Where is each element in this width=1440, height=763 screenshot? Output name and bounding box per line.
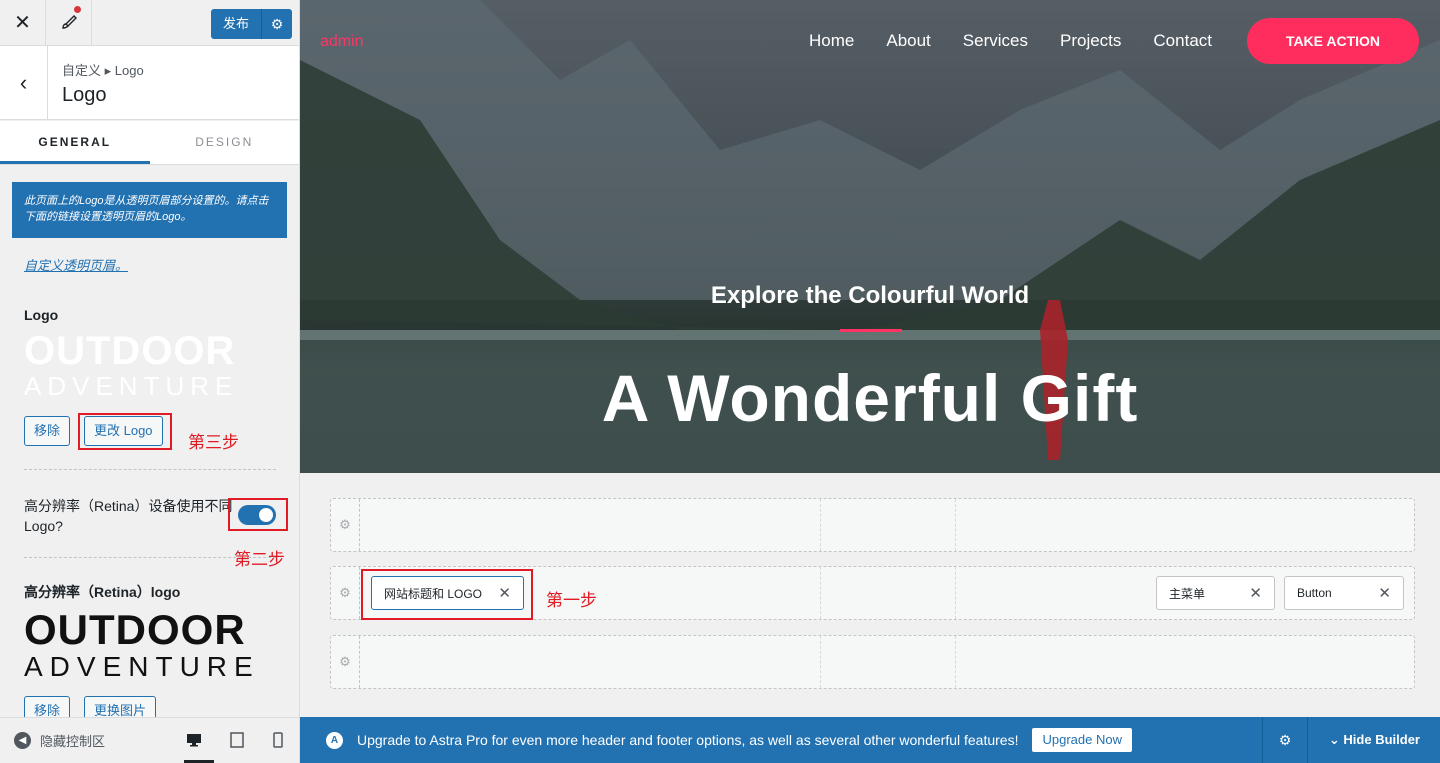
row-settings-icon[interactable]: ⚙ [331,636,360,688]
annotation-box-step1 [361,569,533,620]
primary-menu-chip[interactable]: 主菜单 ✕ [1156,576,1275,610]
remove-logo-button[interactable]: 移除 [24,416,71,446]
tab-general[interactable]: GENERAL [0,121,150,164]
upgrade-now-button[interactable]: Upgrade Now [1032,728,1132,752]
collapse-label[interactable]: 隐藏控制区 [40,731,105,750]
upgrade-bar: A Upgrade to Astra Pro for even more hea… [300,717,1440,763]
notification-dot [74,5,81,13]
close-icon[interactable]: ✕ [1378,584,1391,602]
chip-label: Button [1297,586,1332,600]
site-title[interactable]: admin [320,33,364,51]
nav-item-services[interactable]: Services [963,31,1028,51]
desktop-icon[interactable] [186,732,202,748]
breadcrumb: 自定义 ▸ Logo [62,63,144,78]
transparent-header-link[interactable]: 自定义透明页眉。 [24,255,299,274]
hero-divider [840,329,902,332]
nav-item-about[interactable]: About [886,31,930,51]
annotation-box-step2 [228,498,288,531]
annotation-step3: 第三步 [188,433,239,452]
nav-item-projects[interactable]: Projects [1060,31,1121,51]
column-separator [820,567,821,619]
customizer-sidebar: ✕ 发布 ⚙ ‹ 自定义 ▸ Logo Logo GENERAL DESIGN … [0,0,300,763]
collapse-arrow-icon[interactable]: ◀ [14,732,31,749]
hide-builder-button[interactable]: ⌄ Hide Builder [1329,717,1420,763]
column-separator [820,636,821,688]
divider [24,557,276,558]
upgrade-message: Upgrade to Astra Pro for even more heade… [357,732,1019,748]
row-settings-icon[interactable]: ⚙ [331,499,360,551]
gear-icon[interactable]: ⚙ [262,9,292,39]
brush-icon[interactable] [46,0,92,46]
annotation-step1: 第一步 [546,591,597,610]
builder-row-below[interactable]: ⚙ [330,635,1415,689]
logo-label: Logo [24,307,59,323]
retina-logo-line2: ADVENTURE [24,651,260,682]
site-preview: admin Home About Services Projects Conta… [300,0,1440,473]
astra-logo-icon: A [326,731,343,749]
row-settings-icon[interactable]: ⚙ [331,567,360,619]
section-header: ‹ 自定义 ▸ Logo Logo [0,46,299,120]
chip-label: 主菜单 [1169,586,1206,601]
column-separator [955,499,956,551]
divider [24,469,276,470]
hero-subtitle: Explore the Colourful World [710,282,1030,309]
nav-item-home[interactable]: Home [809,31,854,51]
primary-nav: Home About Services Projects Contact [809,31,1212,51]
tab-design[interactable]: DESIGN [150,121,300,164]
logo-preview-line2: ADVENTURE [24,372,234,400]
customizer-footer: ◀ 隐藏控制区 [0,717,299,763]
info-notice: 此页面上的Logo是从透明页眉部分设置的。请点击下面的链接设置透明页眉的Logo… [12,182,287,238]
mobile-icon[interactable] [270,732,286,748]
header-builder: ⚙ ⚙ 网站标题和 LOGO ✕ 主菜单 ✕ Button ✕ 第一步 ⚙ [300,473,1440,717]
chevron-down-icon: ⌄ [1328,732,1340,747]
publish-button[interactable]: 发布 [211,9,262,39]
take-action-button[interactable]: TAKE ACTION [1247,18,1419,64]
column-separator [955,636,956,688]
annotation-box-step3 [78,413,172,450]
section-title: Logo [62,84,107,106]
column-separator [955,567,956,619]
logo-preview: OUTDOOR ADVENTURE [24,330,234,400]
hero-title: A Wonderful Gift [601,361,1139,435]
nav-item-contact[interactable]: Contact [1153,31,1212,51]
back-chevron-icon[interactable]: ‹ [0,46,48,119]
button-chip[interactable]: Button ✕ [1284,576,1404,610]
retina-toggle-label: 高分辨率（Retina）设备使用不同Logo? [24,498,233,534]
tab-bar: GENERAL DESIGN [0,121,299,165]
gear-icon[interactable]: ⚙ [1262,717,1308,763]
logo-preview-line1: OUTDOOR [24,330,234,372]
tablet-icon[interactable] [229,732,245,748]
publish-group: 发布 ⚙ [210,9,292,39]
close-icon[interactable]: ✕ [1249,584,1262,602]
customizer-topbar: ✕ 发布 ⚙ [0,0,299,46]
column-separator [820,499,821,551]
close-icon[interactable]: ✕ [0,0,46,46]
retina-logo-label: 高分辨率（Retina）logo [24,584,181,600]
retina-logo-line1: OUTDOOR [24,606,246,653]
retina-logo-preview: OUTDOOR ADVENTURE [24,608,279,682]
hide-builder-label: Hide Builder [1343,732,1420,747]
builder-row-above[interactable]: ⚙ [330,498,1415,552]
